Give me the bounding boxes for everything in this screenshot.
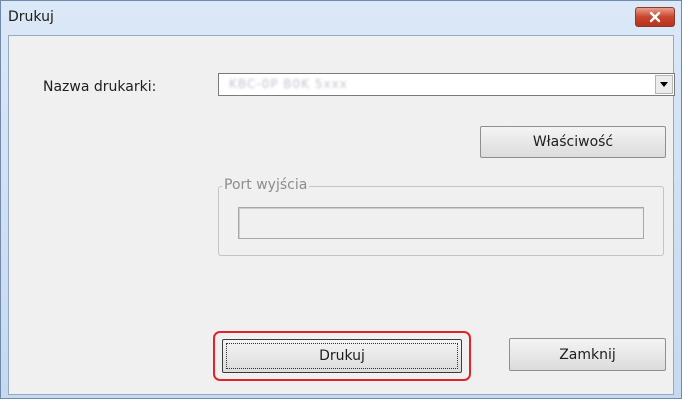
close-icon — [649, 11, 661, 23]
output-port-legend: Port wyjścia — [222, 177, 310, 193]
window-title: Drukuj — [8, 9, 54, 25]
title-bar[interactable]: Drukuj — [1, 1, 681, 35]
printer-selected-value: KBC-0P B0K 5xxx — [229, 77, 348, 91]
printer-name-select[interactable]: KBC-0P B0K 5xxx — [218, 73, 675, 96]
dropdown-button[interactable] — [655, 75, 673, 94]
print-button[interactable]: Drukuj — [222, 339, 462, 373]
output-port-field — [238, 207, 644, 239]
print-button-highlight: Drukuj — [213, 331, 471, 381]
print-button-label: Drukuj — [319, 348, 365, 364]
dialog-body: Nazwa drukarki: KBC-0P B0K 5xxx Właściwo… — [8, 35, 675, 395]
properties-button[interactable]: Właściwość — [480, 126, 666, 158]
close-button-label: Zamknij — [559, 346, 616, 363]
printer-name-label: Nazwa drukarki: — [43, 79, 157, 95]
window-close-button[interactable] — [635, 7, 675, 27]
close-button[interactable]: Zamknij — [509, 338, 666, 371]
output-port-group: Port wyjścia — [218, 177, 664, 256]
chevron-down-icon — [660, 82, 668, 87]
print-dialog-window: Drukuj Nazwa drukarki: KBC-0P B0K 5xxx W… — [0, 0, 682, 399]
